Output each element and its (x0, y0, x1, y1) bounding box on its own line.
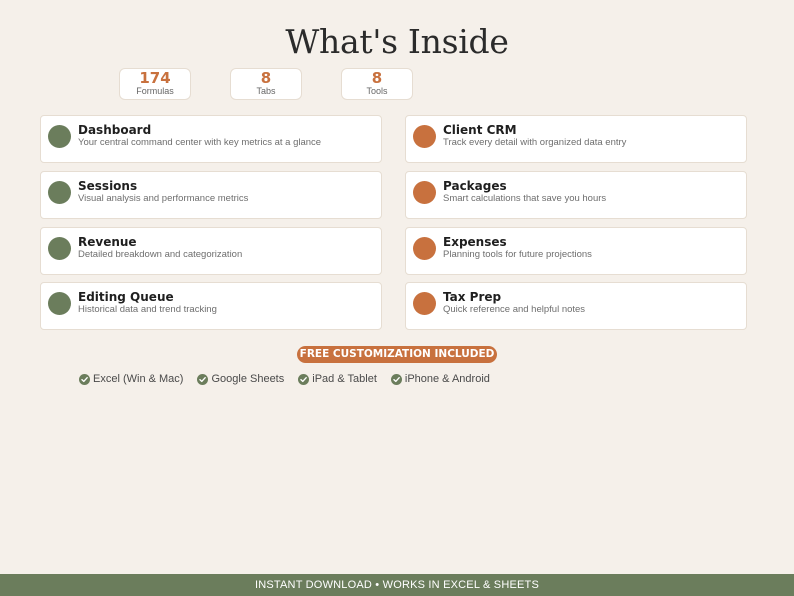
platform-item: Google Sheets (197, 373, 284, 385)
card-client-crm: Client CRM Track every detail with organ… (405, 115, 747, 163)
platform-label: iPhone & Android (404, 373, 490, 385)
platform-item: Excel (Win & Mac) (79, 373, 183, 385)
card-description: Your central command center with key met… (78, 137, 322, 148)
card-title: Expenses (443, 235, 507, 249)
stat-value: 8 (260, 69, 272, 87)
stat-label: Tools (366, 86, 388, 96)
card-title: Client CRM (443, 123, 517, 137)
circle-icon (413, 125, 436, 148)
card-description: Historical data and trend tracking (78, 304, 217, 315)
card-packages: Packages Smart calculations that save yo… (405, 171, 747, 219)
stat-label: Tabs (256, 86, 276, 96)
stat-value: 8 (371, 69, 383, 87)
card-dashboard: Dashboard Your central command center wi… (40, 115, 382, 163)
circle-icon (413, 237, 436, 260)
check-circle-icon (298, 373, 310, 385)
card-description: Visual analysis and performance metrics (78, 193, 249, 204)
card-expenses: Expenses Planning tools for future proje… (405, 227, 747, 275)
card-description: Detailed breakdown and categorization (78, 249, 243, 260)
customization-badge: FREE CUSTOMIZATION INCLUDED (297, 346, 497, 363)
page-title: What's Inside (285, 22, 509, 61)
card-sessions: Sessions Visual analysis and performance… (40, 171, 382, 219)
stat-tools: 8 Tools (341, 68, 413, 100)
card-description: Quick reference and helpful notes (443, 304, 586, 315)
platform-list: Excel (Win & Mac) Google Sheets iPad & T… (79, 373, 504, 385)
card-editing-queue: Editing Queue Historical data and trend … (40, 282, 382, 330)
card-description: Smart calculations that save you hours (443, 193, 607, 204)
card-title: Editing Queue (78, 290, 174, 304)
platform-item: iPhone & Android (390, 373, 490, 385)
circle-icon (48, 292, 71, 315)
check-circle-icon (390, 373, 402, 385)
stat-value: 174 (139, 69, 171, 87)
card-description: Planning tools for future projections (443, 249, 592, 260)
card-title: Sessions (78, 179, 138, 193)
card-title: Revenue (78, 235, 137, 249)
circle-icon (48, 237, 71, 260)
card-title: Packages (443, 179, 507, 193)
check-circle-icon (197, 373, 209, 385)
card-tax-prep: Tax Prep Quick reference and helpful not… (405, 282, 747, 330)
platform-label: iPad & Tablet (312, 373, 377, 385)
platform-label: Excel (Win & Mac) (93, 373, 184, 385)
platform-item: iPad & Tablet (298, 373, 377, 385)
card-title: Dashboard (78, 123, 152, 137)
stats-row: 174 Formulas 8 Tabs 8 Tools (119, 68, 452, 100)
circle-icon (48, 125, 71, 148)
stat-formulas: 174 Formulas (119, 68, 191, 100)
platform-label: Google Sheets (211, 373, 285, 385)
card-revenue: Revenue Detailed breakdown and categoriz… (40, 227, 382, 275)
circle-icon (413, 292, 436, 315)
card-description: Track every detail with organized data e… (443, 137, 627, 148)
check-circle-icon (79, 373, 90, 385)
footer-banner: INSTANT DOWNLOAD • WORKS IN EXCEL & SHEE… (0, 574, 794, 596)
stat-tabs: 8 Tabs (230, 68, 302, 100)
card-title: Tax Prep (443, 290, 502, 304)
circle-icon (48, 181, 71, 204)
circle-icon (413, 181, 436, 204)
stat-label: Formulas (136, 86, 174, 96)
